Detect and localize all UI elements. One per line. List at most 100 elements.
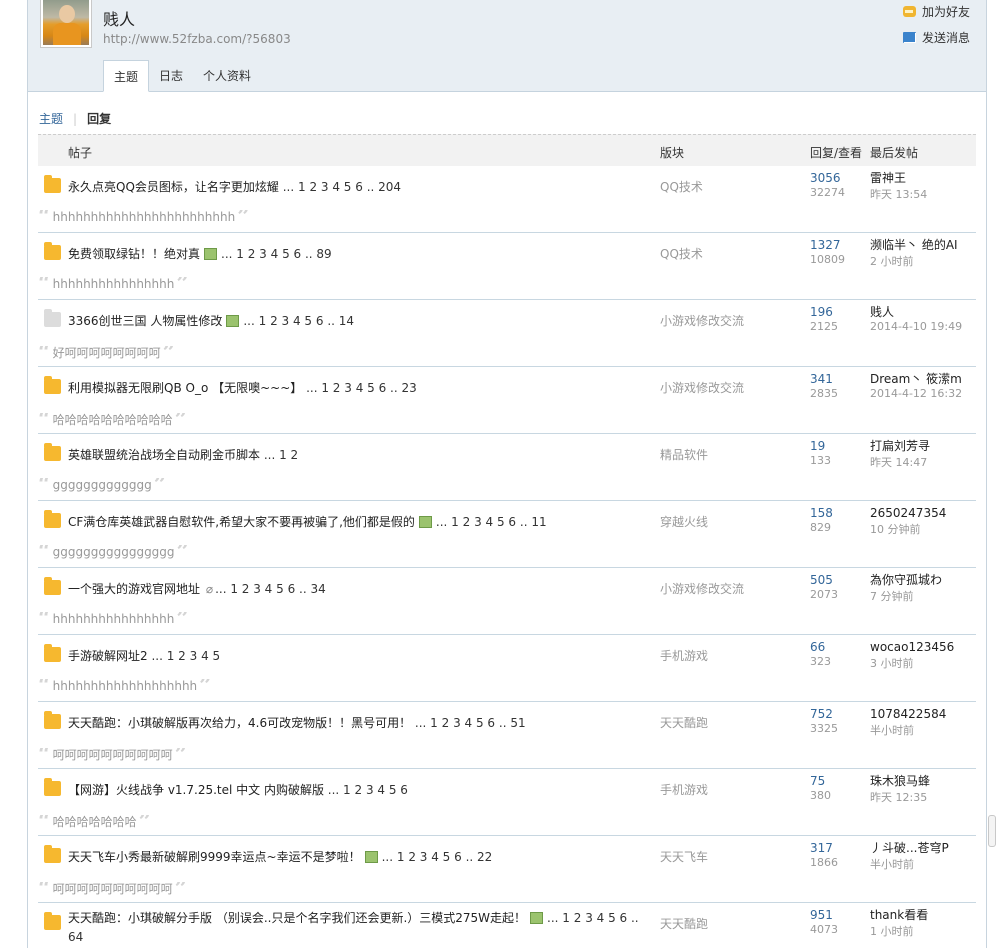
last-post-user[interactable]: 2650247354 — [870, 507, 946, 520]
thread-title[interactable]: 利用模拟器无限刷QB O_o 【无限噢~~~】 ... 1 2 3 4 5 6 … — [68, 379, 648, 396]
thread-forum[interactable]: QQ技术 — [660, 178, 703, 195]
thread-replies[interactable]: 505 — [810, 574, 833, 587]
last-post-user[interactable]: wocao123456 — [870, 641, 954, 654]
thread-replies[interactable]: 317 — [810, 842, 833, 855]
thread-pages[interactable]: ... 1 2 3 4 5 6 .. 204 — [283, 180, 401, 194]
thread-forum[interactable]: 天天酷跑 — [660, 714, 708, 731]
thread-replies[interactable]: 19 — [810, 440, 825, 453]
close-quote-icon: ” — [176, 277, 189, 291]
last-post-user[interactable]: 贱人 — [870, 306, 894, 319]
thread-forum[interactable]: 天天飞车 — [660, 848, 708, 865]
thread-views: 32274 — [810, 186, 845, 199]
thread-title[interactable]: 免费领取绿钻！！绝对真 ... 1 2 3 4 5 6 .. 89 — [68, 245, 648, 262]
thread-replies[interactable]: 158 — [810, 507, 833, 520]
thread-pages[interactable]: ... 1 2 3 4 5 6 — [328, 783, 408, 797]
subnav-replies-current[interactable]: 回复 — [87, 110, 111, 127]
thread-replies[interactable]: 951 — [810, 909, 833, 922]
thread-title[interactable]: 手游破解网址2 ... 1 2 3 4 5 — [68, 647, 648, 664]
reply-quote: “hhhhhhhhhhhhhhhhhhhhhhhh” — [38, 210, 250, 224]
close-quote-icon: ” — [176, 545, 190, 559]
last-post-user[interactable]: 為你守孤城わ — [870, 574, 942, 587]
thread-title[interactable]: CF满仓库英雄武器自慰软件,希望大家不要再被骗了,他们都是假的 ... 1 2 3… — [68, 513, 648, 530]
reply-quote-text[interactable]: 呵呵呵呵呵呵呵呵呵呵 — [53, 880, 173, 897]
open-quote-icon: “ — [38, 881, 51, 896]
thread-replies[interactable]: 341 — [810, 373, 833, 386]
user-url[interactable]: http://www.52fzba.com/?56803 — [103, 32, 291, 46]
reply-quote-text[interactable]: ggggggggggggg — [53, 478, 152, 492]
thread-title[interactable]: 3366创世三国 人物属性修改 ... 1 2 3 4 5 6 .. 14 — [68, 312, 648, 329]
reply-quote: “hhhhhhhhhhhhhhhhhhh” — [38, 679, 212, 693]
scrollbar-thumb[interactable] — [988, 815, 996, 847]
thread-title[interactable]: 天天酷跑：小琪破解分手版 （别误会..只是个名字我们还会更新.）三模式275W走… — [68, 909, 648, 947]
last-post-user[interactable]: 打扁刘芳寻 — [870, 440, 930, 453]
last-post-user[interactable]: 珠木狼马蜂 — [870, 775, 930, 788]
last-post-time: 半小时前 — [870, 858, 914, 871]
thread-title-text: 免费领取绿钻！！绝对真 — [68, 247, 201, 261]
reply-quote-text[interactable]: 好呵呵呵呵呵呵呵呵 — [53, 344, 161, 361]
reply-quote-text[interactable]: 呵呵呵呵呵呵呵呵呵呵 — [53, 746, 173, 763]
thread-pages[interactable]: ... 1 2 3 4 5 6 .. 34 — [215, 582, 326, 596]
thread-replies[interactable]: 66 — [810, 641, 825, 654]
thread-forum[interactable]: 小游戏修改交流 — [660, 379, 744, 396]
reply-quote-text[interactable]: 哈哈哈哈哈哈哈哈哈哈 — [53, 411, 173, 428]
tab-profile[interactable]: 个人资料 — [193, 60, 261, 92]
thread-title[interactable]: 永久点亮QQ会员图标，让名字更加炫耀 ... 1 2 3 4 5 6 .. 20… — [68, 178, 648, 195]
thread-pages[interactable]: ... 1 2 3 4 5 6 .. 51 — [415, 716, 526, 730]
last-post-user[interactable]: Dream丶 筱潆m — [870, 373, 962, 386]
col-reply-view: 回复/查看 — [810, 146, 863, 160]
thread-title-text: 【网游】火线战争 v1.7.25.tel 中文 内购破解版 — [68, 783, 324, 797]
thread-title[interactable]: 一个强大的游戏官网地址 ⌀... 1 2 3 4 5 6 .. 34 — [68, 580, 648, 597]
reply-quote-text[interactable]: gggggggggggggggg — [53, 545, 175, 559]
thread-pages[interactable]: ... 1 2 3 4 5 6 .. 23 — [306, 381, 417, 395]
last-post-user[interactable]: 丿斗破...苍穹P — [870, 842, 949, 855]
thread-title[interactable]: 天天飞车小秀最新破解刷9999幸运点~幸运不是梦啦！ ... 1 2 3 4 5 … — [68, 848, 648, 865]
thread-title-text: 一个强大的游戏官网地址 — [68, 582, 201, 596]
send-message-button[interactable]: 发送消息 — [902, 28, 970, 46]
tab-blog[interactable]: 日志 — [149, 60, 193, 92]
close-quote-icon: ” — [153, 478, 167, 492]
reply-quote-text[interactable]: hhhhhhhhhhhhhhhhhhh — [53, 679, 198, 693]
last-post-user[interactable]: 1078422584 — [870, 708, 946, 721]
table-row: 手游破解网址2 ... 1 2 3 4 5 手机游戏 66 323 wocao12345… — [38, 635, 976, 702]
reply-quote-text[interactable]: hhhhhhhhhhhhhhhhhhhhhhhh — [53, 210, 236, 224]
thread-pages[interactable]: ... 1 2 3 4 5 6 .. 14 — [243, 314, 354, 328]
subnav-topics-link[interactable]: 主题 — [39, 110, 63, 127]
open-quote-icon: “ — [38, 412, 51, 427]
table-row: 一个强大的游戏官网地址 ⌀... 1 2 3 4 5 6 .. 34 小游戏修改交… — [38, 568, 976, 635]
thread-replies[interactable]: 1327 — [810, 239, 841, 252]
thread-title[interactable]: 【网游】火线战争 v1.7.25.tel 中文 内购破解版 ... 1 2 3 … — [68, 781, 648, 798]
thread-title[interactable]: 天天酷跑：小琪破解版再次给力，4.6可改宠物版！！黑号可用！ ... 1 2 3… — [68, 714, 648, 731]
thread-forum[interactable]: 手机游戏 — [660, 781, 708, 798]
table-row: 免费领取绿钻！！绝对真 ... 1 2 3 4 5 6 .. 89 QQ技术 1327… — [38, 233, 976, 300]
thread-forum[interactable]: 天天酷跑 — [660, 915, 708, 932]
profile-tabs: 主题 日志 个人资料 — [103, 60, 261, 92]
open-quote-icon: “ — [38, 478, 51, 492]
last-post-user[interactable]: thank看看 — [870, 909, 928, 922]
add-friend-button[interactable]: 加为好友 — [902, 2, 970, 20]
thread-pages[interactable]: ... 1 2 3 4 5 6 .. 11 — [436, 515, 547, 529]
thread-forum[interactable]: QQ技术 — [660, 245, 703, 262]
thread-forum[interactable]: 穿越火线 — [660, 513, 708, 530]
thread-title[interactable]: 英雄联盟统治战场全自动刷金币脚本 ... 1 2 — [68, 446, 648, 463]
thread-replies[interactable]: 196 — [810, 306, 833, 319]
thread-pages[interactable]: ... 1 2 3 4 5 — [151, 649, 220, 663]
thread-replies[interactable]: 752 — [810, 708, 833, 721]
last-post-user[interactable]: 雷神王 — [870, 172, 906, 185]
thread-forum[interactable]: 手机游戏 — [660, 647, 708, 664]
thread-forum[interactable]: 小游戏修改交流 — [660, 312, 744, 329]
thread-replies[interactable]: 3056 — [810, 172, 841, 185]
image-icon — [364, 851, 378, 863]
tab-topics[interactable]: 主题 — [103, 60, 150, 92]
reply-quote-text[interactable]: 哈哈哈哈哈哈哈 — [53, 813, 137, 830]
thread-forum[interactable]: 精品软件 — [660, 446, 708, 463]
reply-quote-text[interactable]: hhhhhhhhhhhhhhhh — [53, 277, 175, 291]
avatar[interactable] — [40, 0, 92, 48]
thread-replies[interactable]: 75 — [810, 775, 825, 788]
folder-icon — [44, 778, 61, 796]
thread-forum[interactable]: 小游戏修改交流 — [660, 580, 744, 597]
reply-quote-text[interactable]: hhhhhhhhhhhhhhhh — [53, 612, 175, 626]
thread-pages[interactable]: ... 1 2 3 4 5 6 .. 22 — [382, 850, 493, 864]
last-post-user[interactable]: 濒临半丶 绝的AI — [870, 239, 958, 252]
thread-pages[interactable]: ... 1 2 — [264, 448, 298, 462]
thread-pages[interactable]: ... 1 2 3 4 5 6 .. 89 — [221, 247, 332, 261]
